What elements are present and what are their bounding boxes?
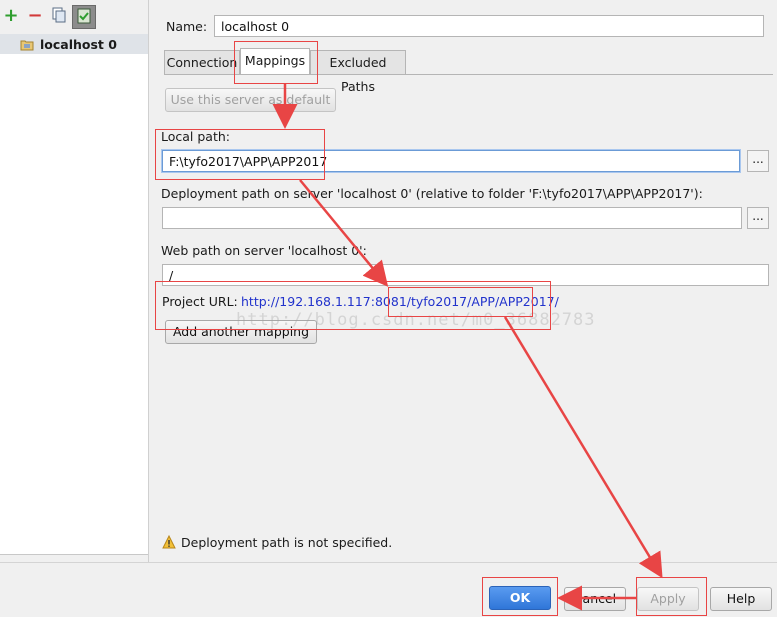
deployment-path-label: Deployment path on server 'localhost 0' … — [161, 186, 703, 201]
tab-connection[interactable]: Connection — [164, 50, 240, 74]
copy-icon[interactable] — [50, 7, 68, 25]
server-check-icon[interactable] — [72, 5, 96, 29]
warning-icon — [162, 534, 176, 552]
server-tree: localhost 0 — [0, 34, 149, 555]
local-path-field[interactable] — [162, 150, 740, 172]
cancel-button[interactable]: Cancel — [564, 587, 626, 611]
warning-text: Deployment path is not specified. — [181, 535, 393, 550]
project-url-label: Project URL: — [162, 294, 238, 309]
name-label: Name: — [166, 19, 208, 34]
deployment-path-field[interactable] — [162, 207, 742, 229]
ok-button[interactable]: OK — [489, 586, 551, 610]
panel-splitter[interactable] — [148, 0, 155, 562]
server-list-toolbar: + − — [0, 0, 148, 34]
web-path-label: Web path on server 'localhost 0': — [161, 243, 367, 258]
watermark-text: http://blog.csdn.net/m0_36882783 — [236, 310, 596, 330]
tree-item-label: localhost 0 — [40, 36, 117, 52]
plus-icon[interactable]: + — [2, 7, 20, 25]
arrow-url-to-apply — [503, 316, 663, 579]
tab-mappings[interactable]: Mappings — [240, 48, 310, 74]
tab-excluded-paths[interactable]: Excluded Paths — [310, 50, 406, 94]
deployment-path-browse-button[interactable]: ... — [747, 207, 769, 229]
local-path-browse-button[interactable]: ... — [747, 150, 769, 172]
local-path-label: Local path: — [161, 129, 231, 144]
apply-button[interactable]: Apply — [637, 587, 699, 611]
server-folder-icon — [20, 38, 34, 51]
help-button[interactable]: Help — [710, 587, 772, 611]
tab-divider — [164, 74, 773, 75]
name-field[interactable] — [214, 15, 764, 37]
web-path-field[interactable] — [162, 264, 769, 286]
use-as-default-button[interactable]: Use this server as default — [165, 88, 336, 112]
project-url-link[interactable]: http://192.168.1.117:8081/tyfo2017/APP/A… — [241, 294, 559, 309]
tree-item-localhost-0[interactable]: localhost 0 — [0, 34, 148, 54]
minus-icon[interactable]: − — [26, 7, 44, 25]
